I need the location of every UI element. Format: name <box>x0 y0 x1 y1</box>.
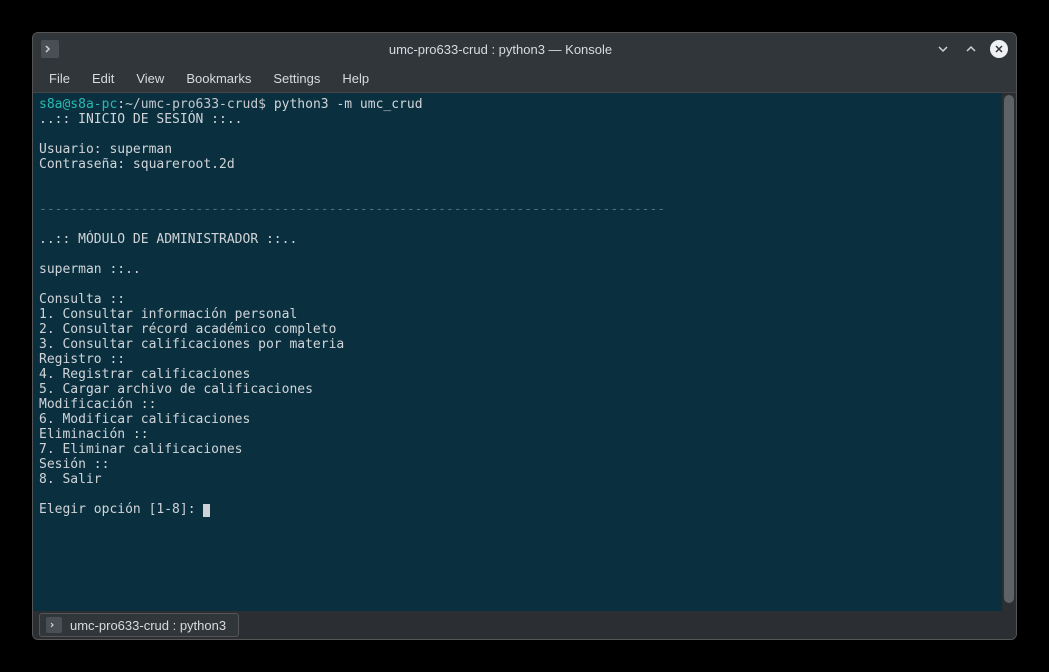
cursor <box>203 504 210 517</box>
menu-view[interactable]: View <box>126 67 174 90</box>
terminal[interactable]: s8a@s8a-pc:~/umc-pro633-crud$ python3 -m… <box>33 93 1002 611</box>
menubar: File Edit View Bookmarks Settings Help <box>33 65 1016 93</box>
scrollbar[interactable] <box>1002 93 1016 611</box>
terminal-line: Eliminación :: <box>39 427 149 442</box>
terminal-line: Sesión :: <box>39 457 109 472</box>
terminal-line: superman ::.. <box>39 262 141 277</box>
terminal-line: 6. Modificar calificaciones <box>39 412 250 427</box>
minimize-button[interactable] <box>934 40 952 58</box>
menu-file[interactable]: File <box>39 67 80 90</box>
prompt-user: s8a@s8a-pc <box>39 97 117 112</box>
terminal-line: 2. Consultar récord académico completo <box>39 322 336 337</box>
titlebar: umc-pro633-crud : python3 — Konsole <box>33 33 1016 65</box>
terminal-line: 5. Cargar archivo de calificaciones <box>39 382 313 397</box>
terminal-line: ..:: MÓDULO DE ADMINISTRADOR ::.. <box>39 232 297 247</box>
terminal-command: python3 -m umc_crud <box>266 97 423 112</box>
terminal-line: Registro :: <box>39 352 125 367</box>
terminal-line: 3. Consultar calificaciones por materia <box>39 337 344 352</box>
tabbar: umc-pro633-crud : python3 <box>33 611 1016 639</box>
terminal-line: 7. Eliminar calificaciones <box>39 442 243 457</box>
window-title: umc-pro633-crud : python3 — Konsole <box>67 42 934 57</box>
terminal-line: 4. Registrar calificaciones <box>39 367 250 382</box>
tab-active[interactable]: umc-pro633-crud : python3 <box>39 613 239 637</box>
terminal-line: Contraseña: squareroot.2d <box>39 157 235 172</box>
terminal-line: 1. Consultar información personal <box>39 307 297 322</box>
menu-help[interactable]: Help <box>332 67 379 90</box>
scrollbar-thumb[interactable] <box>1004 95 1014 603</box>
close-button[interactable] <box>990 40 1008 58</box>
menu-bookmarks[interactable]: Bookmarks <box>176 67 261 90</box>
prompt-path: ~/umc-pro633-crud$ <box>125 97 266 112</box>
terminal-line: Usuario: superman <box>39 142 172 157</box>
terminal-divider: ----------------------------------------… <box>39 202 665 217</box>
terminal-line: Modificación :: <box>39 397 156 412</box>
window-controls <box>934 40 1008 58</box>
prompt-sep: : <box>117 97 125 112</box>
terminal-area: s8a@s8a-pc:~/umc-pro633-crud$ python3 -m… <box>33 93 1016 611</box>
terminal-line: 8. Salir <box>39 472 102 487</box>
menu-settings[interactable]: Settings <box>263 67 330 90</box>
menu-edit[interactable]: Edit <box>82 67 124 90</box>
maximize-button[interactable] <box>962 40 980 58</box>
terminal-line: ..:: INICIO DE SESIÓN ::.. <box>39 112 243 127</box>
tab-label: umc-pro633-crud : python3 <box>70 618 226 633</box>
terminal-prompt-input: Elegir opción [1-8]: <box>39 502 203 517</box>
terminal-icon <box>46 617 62 633</box>
terminal-line: Consulta :: <box>39 292 125 307</box>
terminal-icon <box>41 40 59 58</box>
konsole-window: umc-pro633-crud : python3 — Konsole File… <box>32 32 1017 640</box>
